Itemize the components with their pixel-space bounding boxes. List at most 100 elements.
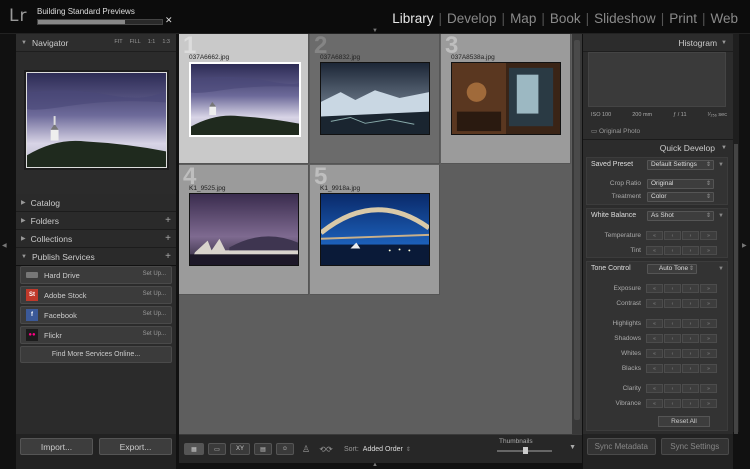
panel-catalog[interactable]: ▶ Catalog [16, 194, 176, 212]
loupe-view-icon[interactable]: ▭ [208, 443, 226, 455]
compare-view-button[interactable]: XY [230, 443, 250, 455]
grid-cell[interactable]: 1 037A6662.jpg [179, 34, 309, 164]
panel-collections[interactable]: ▶ Collections + [16, 230, 176, 248]
toolbar-menu-icon[interactable]: ▼ [569, 444, 576, 451]
grid-cell[interactable]: 5 K1_9918a.jpg [310, 163, 440, 295]
temperature-stepper[interactable]: «‹ ›» [646, 231, 717, 240]
right-panel: Histogram ▼ ISO 100 200 mm ƒ / 11 ¹⁄₂₅₆ … [583, 34, 733, 469]
panel-publish-services[interactable]: ▼ Publish Services + [16, 248, 176, 266]
vibrance-stepper[interactable]: «‹ ›» [646, 399, 717, 408]
people-view-icon[interactable]: ☺ [276, 443, 294, 455]
contrast-stepper[interactable]: «‹ ›» [646, 299, 717, 308]
zoom-option-fill[interactable]: FILL [130, 39, 141, 45]
right-panel-scrollbar-thumb[interactable] [734, 144, 738, 434]
saved-preset-select[interactable]: Default Settings [647, 160, 714, 170]
service-setup-button[interactable]: Set Up... [143, 291, 166, 297]
grid-scrollbar-thumb[interactable] [574, 40, 580, 420]
thumbnail-harbour-bridge[interactable] [320, 193, 430, 266]
histogram-header[interactable]: Histogram ▼ [583, 34, 733, 52]
grid-cell[interactable]: 2 037A6832.jpg [310, 34, 440, 164]
cancel-progress-icon[interactable]: ✕ [165, 15, 173, 26]
publish-services-list: Hard Drive Set Up... St Adobe Stock Set Up..… [20, 266, 172, 363]
exif-info: ISO 100 200 mm ƒ / 11 ¹⁄₂₅₆ sec [591, 112, 727, 118]
sort-order-select[interactable]: Added Order [363, 446, 403, 453]
add-icon[interactable]: + [165, 215, 171, 226]
navigator-header[interactable]: ▼ Navigator FIT FILL 1:1 1:3 [16, 34, 176, 52]
auto-tone-button[interactable]: Auto Tone [647, 264, 697, 274]
original-photo-icon: ▭ [591, 128, 598, 135]
service-setup-button[interactable]: Set Up... [143, 311, 166, 317]
module-print[interactable]: Print [665, 11, 701, 26]
white-balance-select[interactable]: As Shot [647, 211, 714, 221]
panel-folders[interactable]: ▶ Folders + [16, 212, 176, 230]
right-panel-scrollbar[interactable] [733, 34, 739, 434]
thumbnail-interior[interactable] [451, 62, 561, 135]
expand-triangle-icon: ▶ [21, 236, 26, 242]
histogram-title: Histogram [678, 37, 718, 48]
add-icon[interactable]: + [165, 233, 171, 244]
painter-icon[interactable]: ♙ [298, 444, 314, 455]
find-more-services-button[interactable]: Find More Services Online... [20, 346, 172, 363]
iso-value: ISO 100 [591, 112, 612, 118]
aperture: ƒ / 11 [673, 112, 687, 118]
module-slideshow[interactable]: Slideshow [590, 11, 660, 26]
left-collapse-icon[interactable]: ◀ [2, 242, 7, 249]
navigator-preview[interactable] [24, 70, 169, 170]
focal-length: 200 mm [632, 112, 653, 118]
module-map[interactable]: Map [506, 11, 540, 26]
quick-develop-header[interactable]: Quick Develop ▼ [583, 139, 733, 156]
highlights-stepper[interactable]: «‹ ›» [646, 319, 717, 328]
white-balance-section: White Balance As Shot ▼ Temperature «‹›»… [586, 208, 728, 258]
sync-settings-button[interactable]: Sync Settings [660, 438, 729, 455]
module-library[interactable]: Library [388, 11, 437, 26]
grid-scrollbar[interactable] [572, 34, 582, 434]
section-toggle-icon[interactable]: ▼ [718, 162, 724, 168]
left-panel-list: ▶ Catalog ▶ Folders + ▶ Collections + ▼ Publish S… [16, 194, 176, 266]
grid-cell[interactable]: 4 K1_9525.jpg [179, 163, 309, 295]
original-photo-label: ▭ Original Photo [591, 128, 641, 135]
crop-ratio-select[interactable]: Original [647, 179, 714, 189]
right-collapse-icon[interactable]: ▶ [742, 242, 747, 249]
histogram[interactable] [588, 52, 726, 107]
tint-stepper[interactable]: «‹ ›» [646, 246, 717, 255]
survey-view-icon[interactable]: ▤ [254, 443, 272, 455]
sync-metadata-button[interactable]: Sync Metadata [587, 438, 656, 455]
zoom-option-fit[interactable]: FIT [114, 39, 122, 45]
service-setup-button[interactable]: Set Up... [143, 331, 166, 337]
thumbnail-glacier[interactable] [320, 62, 430, 135]
service-facebook[interactable]: f Facebook Set Up... [20, 306, 172, 324]
whites-stepper[interactable]: «‹ ›» [646, 349, 717, 358]
treatment-select[interactable]: Color [647, 192, 714, 202]
sort-dropdown-icon[interactable]: ⇕ [406, 446, 411, 453]
panel-label: Folders [30, 215, 59, 226]
grid-cell[interactable]: 3 037A8538a.jpg [441, 34, 571, 164]
zoom-option-1-1[interactable]: 1:1 [148, 39, 156, 45]
panel-label: Publish Services [31, 251, 95, 262]
blacks-stepper[interactable]: «‹ ›» [646, 364, 717, 373]
exposure-stepper[interactable]: «‹ ›» [646, 284, 717, 293]
temperature-label: Temperature [604, 232, 642, 239]
module-develop[interactable]: Develop [443, 11, 501, 26]
module-book[interactable]: Book [546, 11, 585, 26]
import-button[interactable]: Import... [20, 438, 93, 455]
service-hard-drive[interactable]: Hard Drive Set Up... [20, 266, 172, 284]
progress-bar [37, 19, 163, 25]
thumbnail-opera-house[interactable] [189, 193, 299, 266]
export-button[interactable]: Export... [99, 438, 172, 455]
reset-all-button[interactable]: Reset All [658, 416, 710, 427]
section-toggle-icon[interactable]: ▼ [718, 213, 724, 219]
grid-view-icon[interactable]: ▦ [184, 443, 204, 455]
expand-triangle-icon: ▼ [21, 253, 27, 260]
service-setup-button[interactable]: Set Up... [143, 271, 166, 277]
zoom-option-1-3[interactable]: 1:3 [162, 39, 170, 45]
section-toggle-icon[interactable]: ▼ [718, 266, 724, 272]
add-icon[interactable]: + [165, 251, 171, 262]
clarity-stepper[interactable]: «‹ ›» [646, 384, 717, 393]
thumbnail-size-slider-knob[interactable] [523, 447, 528, 454]
thumbnail-church[interactable] [189, 62, 301, 137]
service-adobe-stock[interactable]: St Adobe Stock Set Up... [20, 286, 172, 304]
rotate-icon[interactable]: ⟲⟳ [314, 445, 338, 454]
service-flickr[interactable]: ●● Flickr Set Up... [20, 326, 172, 344]
shadows-stepper[interactable]: «‹ ›» [646, 334, 717, 343]
module-web[interactable]: Web [706, 11, 742, 26]
